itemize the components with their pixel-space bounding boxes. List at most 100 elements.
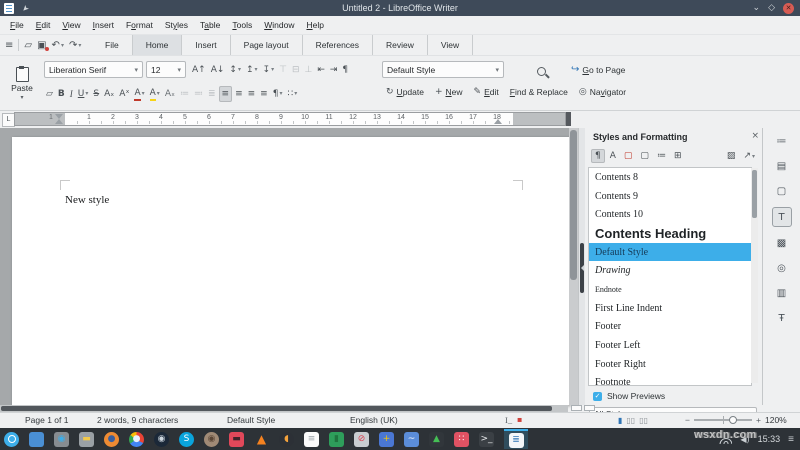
styles-list-scrollbar-thumb[interactable]	[752, 170, 757, 218]
audio-app-icon[interactable]: ~	[404, 429, 419, 449]
hamburger-menu-icon[interactable]: ≡	[5, 40, 13, 51]
statusbar-language[interactable]: English (UK)	[350, 415, 398, 425]
crescent-app-icon[interactable]: ◖	[279, 429, 294, 449]
show-desktop-icon[interactable]: ◉	[54, 429, 69, 449]
menu-item[interactable]: Tools	[226, 20, 258, 30]
menu-item[interactable]: Table	[194, 20, 226, 30]
vertical-scrollbar[interactable]	[569, 128, 578, 405]
blocked-package-icon[interactable]: ⊘	[354, 429, 369, 449]
fill-format-mode-icon[interactable]: ▨	[724, 150, 739, 162]
sidebar-tab-gallery[interactable]: ▩	[773, 234, 791, 252]
frame-styles-filter[interactable]: ▢	[621, 149, 636, 163]
show-previews-checkbox[interactable]: ✓	[593, 391, 602, 401]
sidebar-tab-navigator[interactable]: ◎	[773, 259, 791, 277]
chevron-down-icon[interactable]: ▾	[134, 66, 138, 74]
zoom-in-button[interactable]: +	[756, 415, 761, 425]
zoom-slider[interactable]	[693, 416, 752, 424]
notebookbar-tab[interactable]: File	[92, 35, 133, 55]
horizontal-ruler[interactable]: 1 1 2 3 4 5 6 7 8 9 10 11 12 13 14 15 16 17 18	[14, 112, 566, 126]
menu-item[interactable]: Format	[120, 20, 159, 30]
insert-mode-icon[interactable]: I_	[505, 415, 512, 425]
page-styles-filter[interactable]: ▢	[637, 149, 652, 163]
show-previews-option[interactable]: ✓ Show Previews	[593, 391, 665, 401]
open-icon[interactable]: ▱	[24, 40, 32, 51]
maximize-button[interactable]: ◇	[768, 3, 775, 14]
align-top-icon[interactable]: ⊤	[277, 62, 289, 78]
style-list-item[interactable]: Contents 8	[589, 168, 751, 187]
zoom-slider-knob[interactable]	[728, 416, 737, 424]
sidebar-tab-page[interactable]: ▢	[773, 182, 791, 200]
multi-page-view-icon[interactable]: ▯▯	[626, 415, 635, 425]
notebookbar-tab[interactable]: Insert	[182, 35, 231, 55]
style-list-item[interactable]: Endnote	[589, 280, 751, 299]
chevron-down-icon[interactable]: ▾	[177, 66, 181, 74]
strikethrough-icon[interactable]: S	[91, 86, 101, 102]
new-style-button[interactable]: + New	[435, 87, 463, 97]
word-count[interactable]: 2 words, 9 characters	[97, 415, 178, 425]
statusbar-paragraph-style[interactable]: Default Style	[227, 415, 275, 425]
italic-icon[interactable]: I	[68, 86, 75, 102]
zoom-level[interactable]: 120%	[765, 415, 787, 425]
document-page[interactable]: New style	[12, 137, 570, 405]
style-list-item[interactable]: Contents 9	[589, 187, 751, 206]
font-name-combo[interactable]: Liberation Serif ▾	[44, 61, 143, 78]
list-format-icon[interactable]: ∷ ▾	[285, 86, 299, 102]
goto-page-button[interactable]: ↪ Go to Page	[571, 64, 625, 75]
formatting-marks-icon[interactable]: ¶	[340, 62, 350, 78]
firefox-icon[interactable]: ●	[104, 429, 119, 449]
search-icon[interactable]	[537, 67, 549, 79]
kde-launcher-icon[interactable]	[4, 429, 19, 449]
notebookbar-tab[interactable]: Home	[132, 35, 183, 55]
font-size-combo[interactable]: 12 ▾	[146, 61, 186, 78]
style-list-item[interactable]: Footer	[589, 318, 751, 337]
increase-indent-icon[interactable]: ⇥	[328, 62, 340, 78]
notebookbar-tab[interactable]: References	[303, 35, 374, 55]
grow-font-icon[interactable]: A↑	[190, 62, 208, 78]
steam-icon[interactable]: ◉	[154, 429, 169, 449]
separator[interactable]	[18, 39, 20, 51]
style-list-item[interactable]: Default Style	[589, 242, 751, 262]
right-indent-marker[interactable]	[494, 119, 502, 124]
style-list-item[interactable]: Drawing	[589, 261, 751, 280]
document-text[interactable]: New style	[65, 194, 109, 206]
menu-item[interactable]: Help	[300, 20, 329, 30]
menu-item[interactable]: Window	[258, 20, 300, 30]
photo-app-icon[interactable]: ▲	[429, 429, 444, 449]
underline-icon[interactable]: U ▾	[76, 86, 91, 102]
sidebar-tab-inspector[interactable]: Ŧ	[773, 309, 791, 327]
find-replace-button[interactable]: Find & Replace	[510, 87, 568, 97]
writer-taskbar-icon[interactable]: ≣	[504, 429, 528, 449]
vertical-scrollbar-thumb[interactable]	[570, 130, 577, 280]
paragraph-style-combo[interactable]: Default Style ▾	[382, 61, 504, 78]
dots-app-icon[interactable]: ∷	[454, 429, 469, 449]
superscript-icon[interactable]: Aˣ	[117, 86, 131, 102]
menu-item[interactable]: File	[4, 20, 30, 30]
book-view-icon[interactable]: ▯▯	[639, 415, 648, 425]
menu-item[interactable]: Edit	[30, 20, 57, 30]
update-style-button[interactable]: ↻ Update	[386, 87, 424, 97]
panel-menu-icon[interactable]: ≡	[788, 434, 794, 445]
paste-dropdown-caret[interactable]: ▾	[20, 94, 23, 101]
terminal-icon[interactable]: >_	[479, 429, 494, 449]
style-list-item[interactable]: Contents 10	[589, 205, 751, 224]
align-bottom-icon[interactable]: ⊥	[302, 62, 314, 78]
minimize-button[interactable]: ⌄	[753, 3, 761, 14]
undo-icon[interactable]: ↶ ▾	[52, 40, 64, 51]
skype-icon[interactable]: S	[179, 429, 194, 449]
styles-list-scrollbar[interactable]	[751, 168, 758, 383]
bold-icon[interactable]: B	[56, 86, 67, 102]
style-list-item[interactable]: First Line Indent	[589, 299, 751, 318]
clock[interactable]: 15:33	[758, 434, 781, 444]
sidebar-tab-document[interactable]: ▥	[773, 284, 791, 302]
shrink-font-icon[interactable]: A↓	[209, 62, 227, 78]
vlc-icon[interactable]: ▲	[254, 429, 269, 449]
numbered-list-icon[interactable]: ≕	[192, 86, 205, 102]
virtual-desktop-icon[interactable]	[29, 429, 44, 449]
close-button[interactable]: ✕	[783, 2, 794, 14]
next-page-button[interactable]	[584, 405, 595, 411]
align-left-icon[interactable]: ≡	[218, 85, 233, 102]
center-vertically-icon[interactable]: ⊟	[290, 62, 302, 78]
bullet-list-icon[interactable]: ≔	[178, 86, 191, 102]
gimp-icon[interactable]: ◉	[204, 429, 219, 449]
chevron-down-icon[interactable]: ▾	[495, 66, 499, 74]
